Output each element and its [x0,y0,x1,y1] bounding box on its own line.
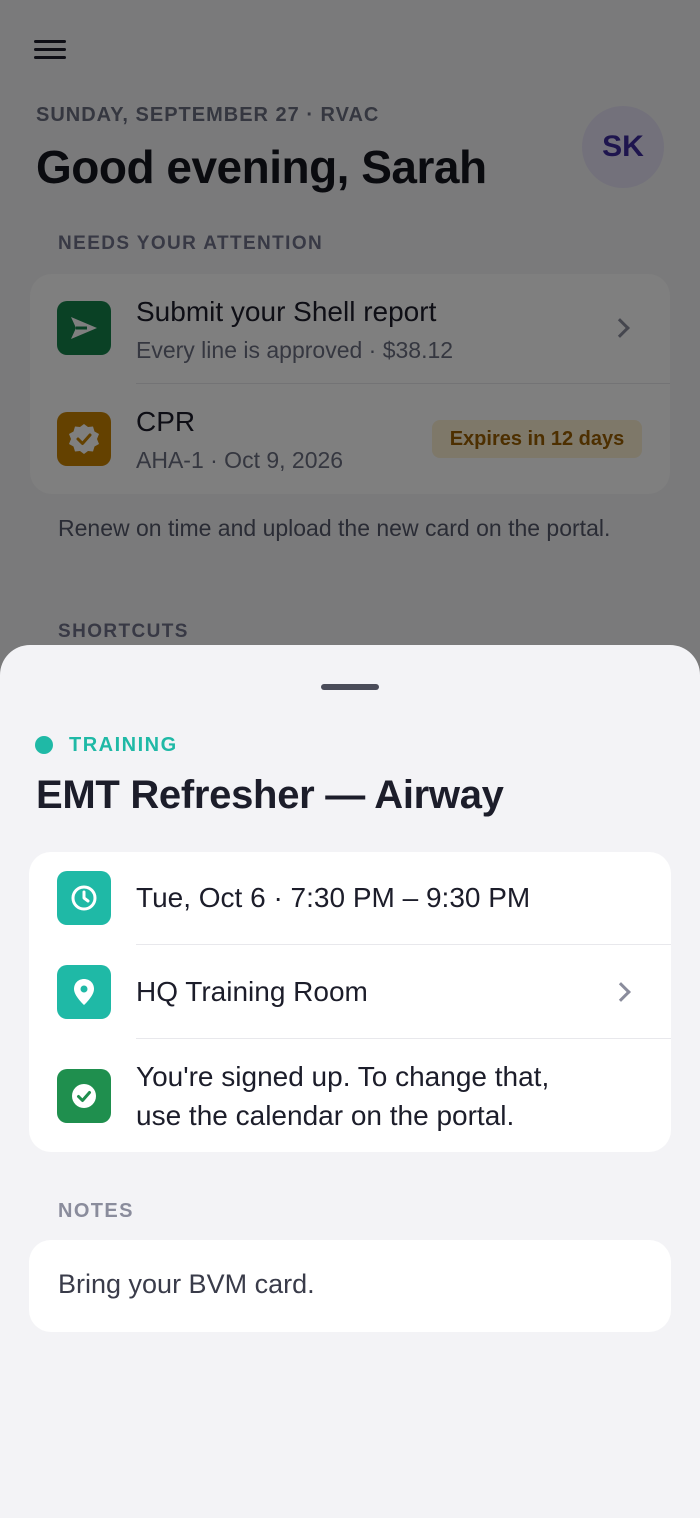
chevron-right-icon [611,982,631,1002]
event-bottom-sheet: TRAINING EMT Refresher — Airway Tue, Oct… [0,645,700,1518]
notes-text: Bring your BVM card. [58,1269,315,1299]
signup-status-row: You're signed up. To change that, use th… [29,1039,671,1152]
notes-label: NOTES [58,1200,134,1222]
clock-icon [57,871,111,925]
signup-status-line1: You're signed up. To change that, [136,1061,550,1092]
event-details-card: Tue, Oct 6 · 7:30 PM – 9:30 PM HQ Traini… [29,852,671,1152]
notes-card: Bring your BVM card. [29,1240,671,1332]
signup-status-line2: use the calendar on the portal. [136,1100,515,1131]
event-time-row: Tue, Oct 6 · 7:30 PM – 9:30 PM [29,852,671,945]
category-label: TRAINING [69,734,178,756]
event-title: EMT Refresher — Airway [36,773,504,817]
sheet-drag-handle[interactable] [321,684,379,690]
event-time: Tue, Oct 6 · 7:30 PM – 9:30 PM [136,882,531,913]
map-pin-icon [57,965,111,1019]
event-location: HQ Training Room [136,976,368,1007]
event-location-row[interactable]: HQ Training Room [29,945,671,1039]
category-dot [35,736,53,754]
check-circle-icon [57,1069,111,1123]
